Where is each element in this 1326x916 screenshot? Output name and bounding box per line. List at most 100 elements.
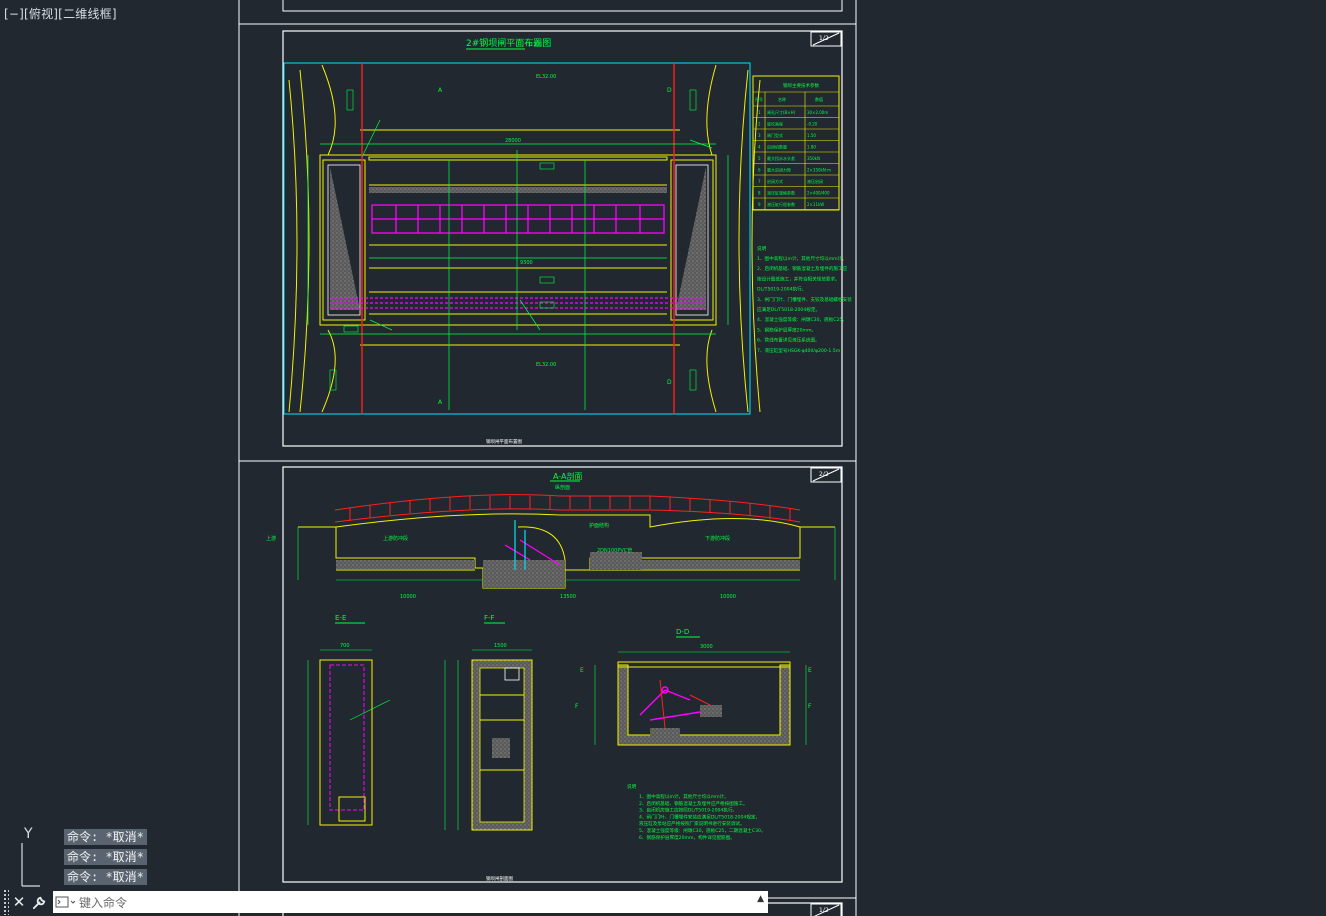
command-history-line: 命令: *取消* (64, 869, 147, 885)
table-cell: 3 (758, 133, 761, 138)
note-line: 7、液压缸型号HSGK-φ400/φ200-1.5m (757, 347, 841, 354)
table-cell: 2×350kN·m (807, 168, 831, 173)
note-line: 3、闸门门叶、门槽埋件、支铰及基础螺栓安装 (757, 296, 852, 303)
layout-frame (238, 0, 857, 916)
table-cell: 底坎高程 (767, 121, 783, 127)
railing (334, 494, 801, 523)
command-bar: ✕ 键入命令 ▲ (0, 889, 768, 915)
gate-structure (319, 154, 717, 326)
svg-text:EL32.00: EL32.00 (536, 362, 556, 368)
table-cell: 7 (758, 179, 761, 184)
table-cell: 1 (758, 110, 761, 115)
sheet2-notes: 说明 1、图中高程以m计，其他尺寸均以mm计。2、启闭机基础、钢筋混凝土及埋件应… (627, 783, 766, 841)
table-cell: 最大挡水水头差 (767, 155, 795, 161)
svg-text:F: F (575, 703, 579, 710)
command-history-line: 命令: *取消* (64, 829, 147, 845)
sheet-plan: 1/2 2#钢坝闸平面布置图 1:100 28000 9300 EL32.00 … (282, 30, 852, 447)
note-line: 2、启闭机基础、钢筋混凝土及埋件应严格按图施工。 (639, 800, 748, 807)
dimension-lines (307, 119, 729, 410)
table-cell: 30×2.00m (807, 110, 828, 115)
svg-text:1500: 1500 (494, 643, 507, 649)
svg-text:E-E: E-E (335, 614, 346, 622)
svg-text:下游防冲段: 下游防冲段 (705, 535, 730, 542)
svg-text:D: D (667, 379, 672, 386)
svg-text:F: F (808, 703, 812, 710)
section-d: D-D 3000 E E F F (575, 628, 812, 746)
svg-text:Y: Y (23, 826, 33, 842)
table-cell: 8 (758, 191, 761, 196)
section-marks: A A D D (438, 87, 672, 406)
section-a-title: A-A剖面 (553, 471, 582, 481)
sheet-top-partial (282, 0, 843, 12)
svg-text:1/2: 1/2 (819, 35, 829, 42)
sheet1-number-box: 1/2 (810, 31, 842, 47)
svg-text:1/2: 1/2 (819, 907, 829, 914)
table-cell: 闸孔尺寸(B×H) (767, 109, 796, 115)
table-cell: 1.50 (807, 133, 816, 138)
svg-text:10000: 10000 (400, 594, 416, 600)
wrench-icon[interactable] (29, 889, 49, 915)
command-history-line: 命令: *取消* (64, 849, 147, 865)
svg-text:说明: 说明 (757, 245, 767, 252)
table-cell: 液压缸行程参数 (767, 201, 795, 207)
svg-text:13500: 13500 (560, 594, 576, 600)
sheet1-footer: 钢坝闸平面布置图 (486, 438, 522, 445)
svg-text:钢坝主要技术参数: 钢坝主要技术参数 (783, 82, 819, 89)
note-line: 按设计图纸施工，并符合相关规范要求。 (757, 275, 840, 282)
ucs-icon: Y (21, 826, 40, 887)
sheet-sections: 2/2 A-A剖面 纵剖面 上游防冲段 下游防冲段 护面结构 2DN100PVC… (266, 466, 843, 883)
note-line: 6、钢筋保护层厚度20mm，构件详见配筋图。 (639, 834, 735, 841)
table-cell: 6 (758, 168, 761, 173)
gate-axis-lines (361, 63, 675, 414)
note-line: DL/T5019-2004执行。 (757, 286, 806, 293)
svg-text:说明: 说明 (627, 783, 637, 790)
svg-text:E: E (808, 667, 812, 674)
table-cell: 最大启闭力矩 (767, 167, 791, 173)
note-line: 3、启闭机房施工应按照DL/T5019-2004执行。 (639, 807, 737, 814)
gate-panels (330, 204, 706, 309)
svg-text:A: A (438, 399, 443, 406)
section-f: F-F 1500 (444, 614, 533, 831)
command-placeholder: 键入命令 (79, 895, 128, 910)
svg-text:700: 700 (340, 643, 350, 649)
parameter-table: 钢坝主要技术参数 序号 名称 数值 1 闸孔尺寸(B×H) 30×2.00m 2 底坎高… (752, 75, 840, 211)
table-cell: 液压启闭 (807, 178, 823, 184)
svg-text:D: D (667, 87, 672, 94)
command-history: 命令: *取消* 命令: *取消* 命令: *取消* (64, 829, 147, 889)
section-a-outline (297, 513, 836, 589)
note-line: 5、钢筋保护层厚度20mm。 (757, 326, 816, 333)
section-a-sub: 纵剖面 (555, 484, 570, 491)
table-cell: 1.80 (807, 145, 816, 150)
table-cell: 2 (758, 122, 761, 127)
sheet2-number-box: 2/2 (810, 467, 842, 483)
note-line: 6、管线布置详见液压系统图。 (757, 337, 820, 344)
table-cell: 9 (758, 202, 761, 207)
table-cell: -0.20 (807, 122, 818, 127)
command-prompt-icon[interactable] (53, 891, 79, 913)
svg-text:D-D: D-D (676, 628, 689, 636)
table-cell: 液压缸规格参数 (767, 190, 795, 196)
dimension-texts: 28000 9300 EL32.00 EL32.00 (505, 74, 556, 368)
section-e: E-E 700 (307, 614, 391, 826)
svg-text:护面结构: 护面结构 (589, 522, 609, 529)
note-line: 应满足DL/T5018-2004规定。 (757, 306, 820, 313)
note-line: 4、闸门门叶、门槽埋件安装应满足DL/T5018-2004规定， (639, 813, 760, 820)
table-cell: 350kN (807, 156, 820, 161)
note-line: 5、混凝土强度等级：闸墩C30，底板C25，二期混凝土C30。 (639, 827, 766, 834)
close-icon[interactable]: ✕ (9, 889, 29, 915)
svg-text:数值: 数值 (815, 96, 823, 102)
svg-text:2DN100PVC管: 2DN100PVC管 (597, 547, 632, 554)
svg-text:EL32.00: EL32.00 (536, 74, 556, 80)
chevron-up-icon[interactable]: ▲ (757, 894, 764, 904)
table-cell: 启闭方式 (767, 178, 783, 184)
sheet1-title-scale: 1:100 (528, 42, 542, 48)
command-input[interactable]: 键入命令 ▲ (53, 891, 768, 913)
table-cell: 闸门型式 (767, 132, 783, 138)
note-line: 1、图中高程以m计，其他尺寸均以mm计。 (757, 255, 847, 262)
svg-text:3000: 3000 (700, 644, 713, 650)
svg-text:28000: 28000 (505, 138, 521, 144)
svg-text:上游: 上游 (266, 535, 276, 542)
svg-text:A: A (438, 87, 443, 94)
drawing-canvas[interactable]: 1/2 2#钢坝闸平面布置图 1:100 28000 9300 EL32.00 … (0, 0, 1326, 916)
table-cell: 2×400/400 (807, 191, 830, 196)
